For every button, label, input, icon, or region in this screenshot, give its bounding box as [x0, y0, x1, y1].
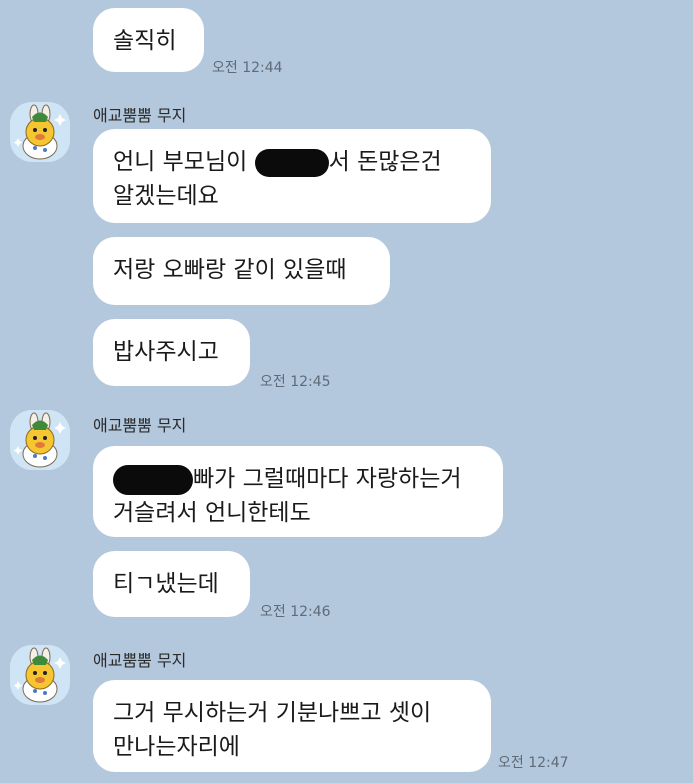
message-bubble[interactable]: 빠가 그럴때마다 자랑하는거 거슬려서 언니한테도	[93, 446, 503, 537]
sender-name: 애교뿜뿜 무지	[93, 651, 187, 670]
message-text: 밥사주시고	[113, 339, 219, 365]
muzi-avatar-icon	[10, 645, 70, 705]
muzi-avatar-icon	[10, 410, 70, 470]
message-text: 서 돈많은건	[328, 149, 442, 175]
message-text: 티ㄱ냈는데	[113, 571, 219, 597]
message-bubble[interactable]: 그거 무시하는거 기분나쁘고 셋이 만나는자리에	[93, 680, 491, 772]
message-bubble[interactable]: 솔직히	[93, 8, 204, 72]
avatar[interactable]	[10, 645, 70, 705]
redaction-mark	[254, 148, 329, 177]
message-text: 그거 무시하는거 기분나쁘고 셋이	[113, 700, 432, 726]
message-time: 오전 12:45	[260, 374, 331, 390]
message-text: 솔직히	[113, 28, 177, 54]
message-time: 오전 12:44	[212, 60, 283, 76]
message-text: 저랑 오빠랑 같이 있을때	[113, 257, 347, 283]
sender-name: 애교뿜뿜 무지	[93, 106, 187, 125]
message-text: 언니 부모님이	[113, 149, 255, 175]
message-time: 오전 12:47	[498, 755, 569, 771]
message-bubble[interactable]: 언니 부모님이 서 돈많은건 알겠는데요	[93, 129, 491, 223]
message-bubble[interactable]: 저랑 오빠랑 같이 있을때	[93, 237, 390, 305]
message-time: 오전 12:46	[260, 604, 331, 620]
muzi-avatar-icon	[10, 102, 70, 162]
message-text: 거슬려서 언니한테도	[113, 500, 311, 526]
message-text: 빠가 그럴때마다 자랑하는거	[193, 466, 462, 492]
avatar[interactable]	[10, 410, 70, 470]
message-text: 만나는자리에	[113, 734, 240, 760]
message-bubble[interactable]: 티ㄱ냈는데	[93, 551, 250, 617]
avatar[interactable]	[10, 102, 70, 162]
message-line: 언니 부모님이 서 돈많은건	[113, 145, 471, 179]
message-bubble[interactable]: 밥사주시고	[93, 319, 250, 386]
redaction-mark	[113, 464, 193, 495]
message-text: 알겠는데요	[113, 183, 219, 209]
sender-name: 애교뿜뿜 무지	[93, 416, 187, 435]
message-line: 빠가 그럴때마다 자랑하는거	[113, 462, 483, 496]
